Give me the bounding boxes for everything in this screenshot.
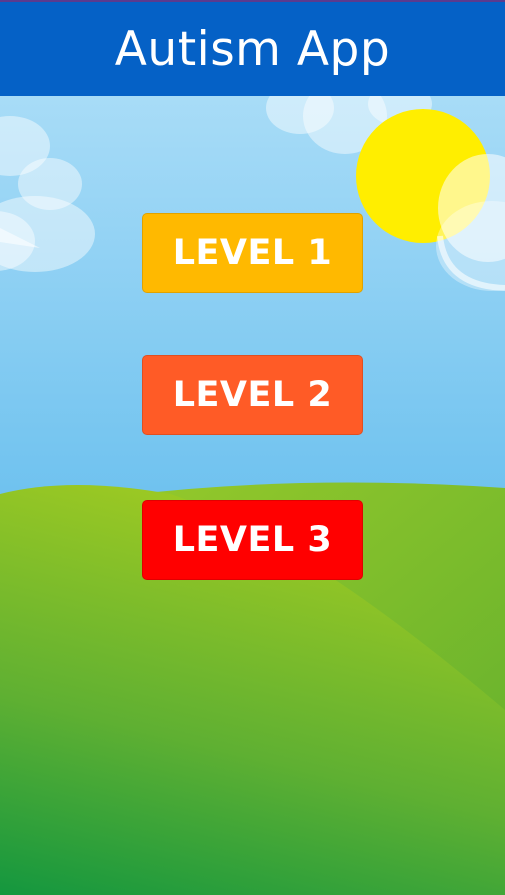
app-screen: Autism App LEVEL 1 LEVEL 2 LEVEL 3: [0, 0, 505, 895]
title-bar: Autism App: [0, 0, 505, 96]
level-2-button[interactable]: LEVEL 2: [142, 355, 363, 435]
level-3-button[interactable]: LEVEL 3: [142, 500, 363, 580]
app-title: Autism App: [114, 21, 391, 77]
level-1-button[interactable]: LEVEL 1: [142, 213, 363, 293]
